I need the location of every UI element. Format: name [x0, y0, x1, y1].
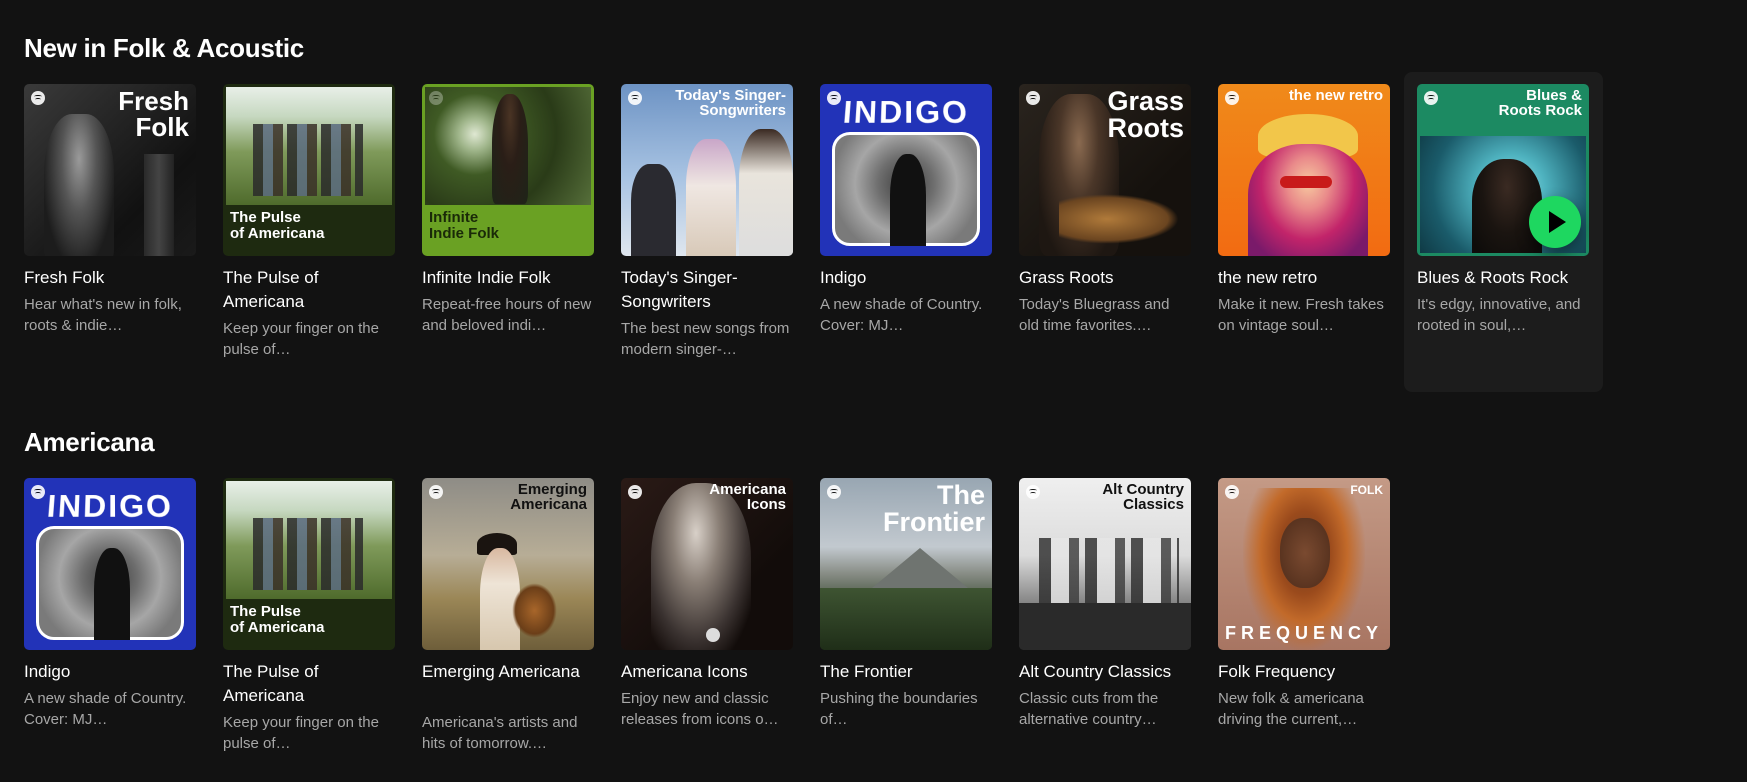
spotify-logo-icon [1026, 91, 1040, 105]
card-description: Make it new. Fresh takes on vintage soul… [1218, 296, 1384, 334]
cover-text: Blues & Roots Rock [1498, 87, 1582, 119]
cover-art[interactable]: INDIGO [24, 478, 196, 650]
card-description: Americana's artists and hits of tomorrow… [422, 714, 578, 752]
cover-text: Alt Country Classics [1102, 481, 1184, 513]
card-description: A new shade of Country. Cover: MJ… [24, 690, 187, 728]
playlist-card-indigo[interactable]: INDIGO Indigo A new shade of Country. Co… [24, 478, 223, 778]
spotify-logo-icon [1225, 91, 1239, 105]
card-description: Keep your finger on the pulse of… [223, 714, 379, 752]
cover-art[interactable]: The Pulse of Americana [223, 84, 395, 256]
card-row: INDIGO Indigo A new shade of Country. Co… [24, 478, 1390, 778]
playlist-card-emerging-americana[interactable]: Emerging Americana Emerging Americana Am… [422, 478, 621, 778]
card-description: Repeat-free hours of new and beloved ind… [422, 296, 592, 334]
cover-art[interactable]: The Pulse of Americana [223, 478, 395, 650]
card-title[interactable]: Americana Icons [621, 660, 793, 684]
playlist-card-grass-roots[interactable]: Grass Roots Grass Roots Today's Bluegras… [1019, 84, 1218, 384]
playlist-card-blues-roots-rock[interactable]: Blues & Roots Rock Blues & Roots Rock It… [1404, 72, 1603, 392]
card-title[interactable]: Infinite Indie Folk [422, 266, 594, 290]
cover-text: the new retro [1288, 87, 1383, 104]
card-title[interactable]: Alt Country Classics [1019, 660, 1191, 684]
cover-text: The Pulse of Americana [230, 603, 325, 636]
cover-text: INDIGO [841, 95, 971, 130]
card-description: A new shade of Country. Cover: MJ… [820, 296, 983, 334]
cover-art[interactable]: Blues & Roots Rock [1417, 84, 1589, 256]
playlist-card-folk-frequency[interactable]: FOLK FREQUENCY Folk Frequency New folk &… [1218, 478, 1417, 778]
spotify-logo-icon [429, 485, 443, 499]
card-description: Enjoy new and classic releases from icon… [621, 690, 779, 728]
card-title[interactable]: Indigo [820, 266, 992, 290]
card-title[interactable]: the new retro [1218, 266, 1390, 290]
section-new-in-folk: New in Folk & Acoustic Fresh Folk Fresh … [24, 28, 1603, 392]
card-description: Pushing the boundaries of… [820, 690, 978, 728]
spotify-logo-icon [429, 91, 443, 105]
cover-art[interactable]: INDIGO [820, 84, 992, 256]
card-title[interactable]: The Frontier [820, 660, 992, 684]
cover-text-bottom: FREQUENCY [1224, 623, 1383, 643]
cover-text: Fresh Folk [118, 86, 189, 142]
card-description: Today's Bluegrass and old time favorites… [1019, 296, 1170, 334]
card-description: Hear what's new in folk, roots & indie… [24, 296, 182, 334]
card-description: Keep your finger on the pulse of… [223, 320, 379, 358]
cover-text: The Pulse of Americana [230, 209, 325, 242]
play-button[interactable] [1529, 196, 1581, 248]
card-title[interactable]: The Pulse of Americana [223, 266, 395, 314]
spotify-logo-icon [827, 485, 841, 499]
playlist-card-the-frontier[interactable]: The Frontier The Frontier Pushing the bo… [820, 478, 1019, 778]
cover-art[interactable]: Americana Icons [621, 478, 793, 650]
spotify-logo-icon [628, 91, 642, 105]
playlist-card-todays-singer-songwriters[interactable]: Today's Singer- Songwriters Today's Sing… [621, 84, 820, 384]
cover-art[interactable]: Emerging Americana [422, 478, 594, 650]
card-title[interactable]: Blues & Roots Rock [1417, 266, 1589, 290]
card-title[interactable]: Fresh Folk [24, 266, 196, 290]
spotify-logo-icon [31, 91, 45, 105]
card-title[interactable]: Grass Roots [1019, 266, 1191, 290]
card-title[interactable]: Emerging Americana [422, 660, 594, 684]
cover-text: FOLK [1350, 483, 1383, 497]
spotify-logo-icon [1026, 485, 1040, 499]
cover-art[interactable]: FOLK FREQUENCY [1218, 478, 1390, 650]
cover-art[interactable]: Alt Country Classics [1019, 478, 1191, 650]
card-description: Classic cuts from the alternative countr… [1019, 690, 1159, 728]
cover-text: Emerging Americana [510, 481, 587, 513]
cover-text: Americana Icons [709, 481, 786, 513]
card-description: It's edgy, innovative, and rooted in sou… [1417, 296, 1581, 334]
section-americana: Americana INDIGO Indigo A new shade of C… [24, 422, 1390, 778]
card-title[interactable]: Folk Frequency [1218, 660, 1390, 684]
card-title[interactable]: The Pulse of Americana [223, 660, 395, 708]
spotify-logo-icon [628, 485, 642, 499]
cover-text: Today's Singer- Songwriters [675, 87, 786, 119]
card-title[interactable]: Indigo [24, 660, 196, 684]
cover-text: INDIGO [45, 489, 175, 524]
cover-text: The Frontier [882, 480, 985, 537]
card-row: Fresh Folk Fresh Folk Hear what's new in… [24, 72, 1603, 392]
playlist-card-alt-country-classics[interactable]: Alt Country Classics Alt Country Classic… [1019, 478, 1218, 778]
spotify-logo-icon [1424, 91, 1438, 105]
cover-art[interactable]: Fresh Folk [24, 84, 196, 256]
section-title[interactable]: New in Folk & Acoustic [24, 28, 304, 68]
card-title[interactable]: Today's Singer-Songwriters [621, 266, 793, 314]
card-description: The best new songs from modern singer-… [621, 320, 790, 358]
playlist-card-pulse-of-americana[interactable]: The Pulse of Americana The Pulse of Amer… [223, 478, 422, 778]
cover-art[interactable]: The Frontier [820, 478, 992, 650]
section-title[interactable]: Americana [24, 422, 155, 462]
cover-art[interactable]: the new retro [1218, 84, 1390, 256]
playlist-card-pulse-of-americana[interactable]: The Pulse of Americana The Pulse of Amer… [223, 84, 422, 384]
spotify-logo-icon [1225, 485, 1239, 499]
cover-text: Infinite Indie Folk [429, 209, 500, 242]
cover-text: Grass Roots [1107, 86, 1184, 143]
cover-art[interactable]: Infinite Indie Folk [422, 84, 594, 256]
playlist-card-fresh-folk[interactable]: Fresh Folk Fresh Folk Hear what's new in… [24, 84, 223, 384]
playlist-card-americana-icons[interactable]: Americana Icons Americana Icons Enjoy ne… [621, 478, 820, 778]
playlist-card-indigo[interactable]: INDIGO Indigo A new shade of Country. Co… [820, 84, 1019, 384]
playlist-card-infinite-indie-folk[interactable]: Infinite Indie Folk Infinite Indie Folk … [422, 84, 621, 384]
cover-art[interactable]: Today's Singer- Songwriters [621, 84, 793, 256]
card-description: New folk & americana driving the current… [1218, 690, 1364, 728]
playlist-card-the-new-retro[interactable]: the new retro the new retro Make it new.… [1218, 84, 1417, 384]
cover-art[interactable]: Grass Roots [1019, 84, 1191, 256]
